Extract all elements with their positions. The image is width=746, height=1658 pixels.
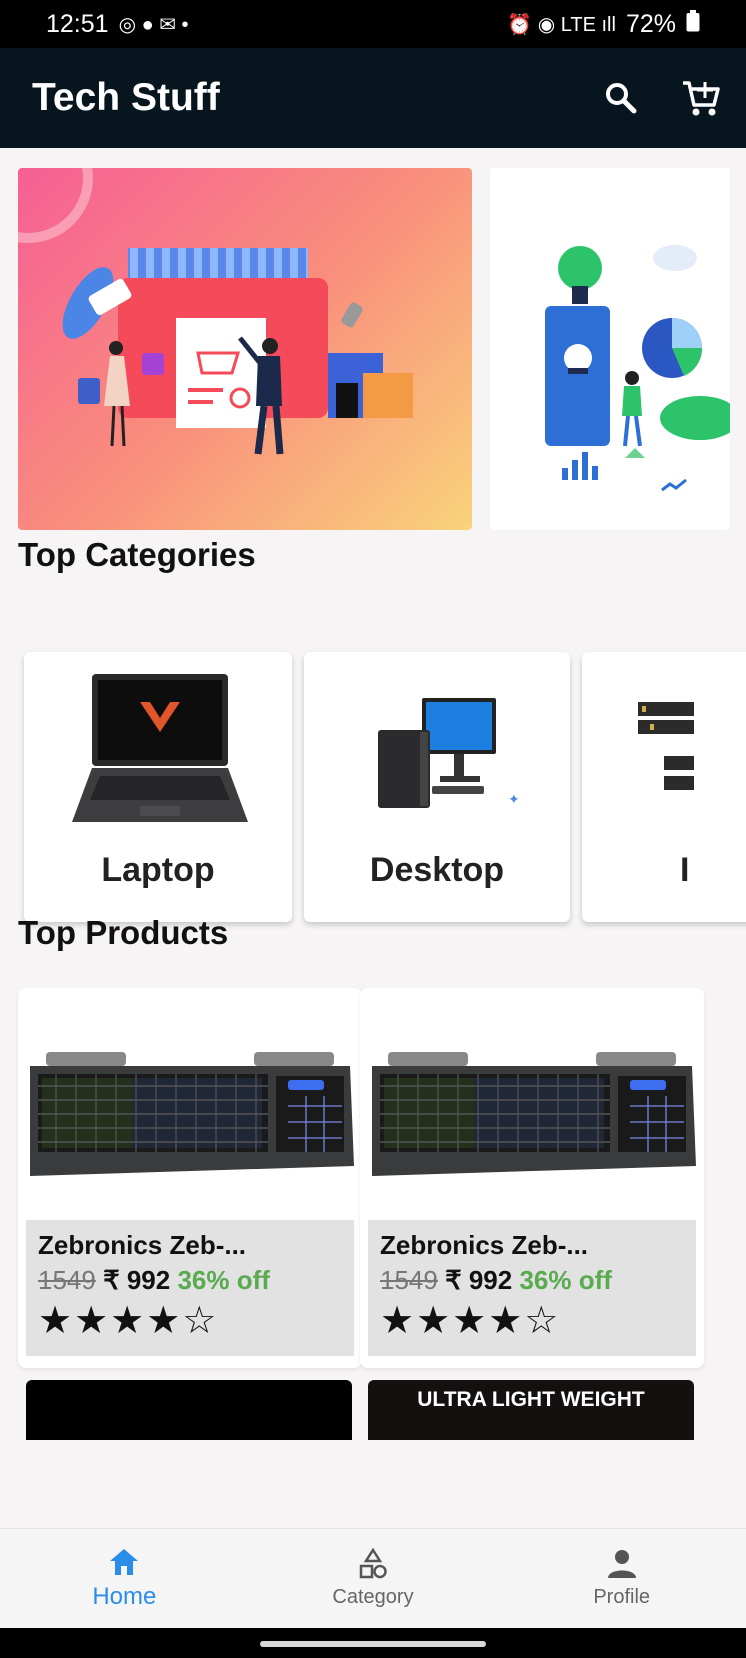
category-card-desktop[interactable]: ✦ Desktop — [304, 652, 570, 922]
product-card[interactable]: Zebronics Zeb-... 1549 ₹ 992 36% off ★★★… — [18, 988, 362, 1368]
system-gesture-bar — [0, 1628, 746, 1658]
product-name: Zebronics Zeb-... — [380, 1230, 589, 1260]
nav-profile[interactable]: Profile — [497, 1529, 746, 1628]
category-label: Laptop — [101, 851, 215, 889]
star-rating: ★★★★☆ — [380, 1300, 561, 1342]
category-card-third[interactable]: I — [582, 652, 746, 922]
keyboard-image — [30, 1052, 354, 1176]
promo-banner-analytics[interactable] — [490, 168, 730, 530]
search-icon[interactable] — [586, 63, 656, 133]
product-price-row: 1549 ₹ 992 36% off — [380, 1265, 684, 1296]
top-categories-title: Top Categories — [18, 536, 256, 573]
nav-home[interactable]: Home — [0, 1529, 249, 1628]
keyboard-image — [372, 1052, 696, 1176]
original-price: 1549 — [380, 1265, 438, 1295]
shapes-icon — [359, 1548, 387, 1579]
product-banner-text: ULTRA LIGHT WEIGHT — [417, 1388, 645, 1411]
battery-level: 72% — [625, 9, 676, 38]
home-content[interactable]: Top Categories Laptop ✦ Desktop I Top Pr… — [0, 148, 746, 1528]
top-products-title: Top Products — [18, 914, 229, 951]
sale-price: ₹ 992 — [103, 1265, 171, 1295]
promo-banner-shopping[interactable] — [18, 168, 472, 530]
nav-label: Profile — [593, 1586, 651, 1608]
product-card-partial[interactable] — [26, 1380, 352, 1440]
battery-icon — [686, 9, 700, 39]
status-right: ⏰ ◉ LTE ıll 72% — [507, 9, 700, 39]
svg-text:✦: ✦ — [508, 791, 520, 807]
status-left: 12:51 ◎ ● ✉ • — [46, 10, 189, 39]
gesture-handle[interactable] — [260, 1641, 486, 1647]
product-price-row: 1549 ₹ 992 36% off — [38, 1265, 342, 1296]
star-rating: ★★★★☆ — [38, 1300, 219, 1342]
notification-icons: ◎ ● ✉ • — [118, 13, 189, 36]
cart-icon[interactable] — [666, 63, 736, 133]
person-icon — [607, 1550, 636, 1578]
product-card-partial[interactable]: ULTRA LIGHT WEIGHT — [368, 1380, 694, 1440]
nav-label: Home — [92, 1582, 157, 1610]
nav-category[interactable]: Category — [249, 1529, 498, 1628]
product-info: Zebronics Zeb-... 1549 ₹ 992 36% off ★★★… — [368, 1220, 696, 1356]
home-icon — [110, 1548, 139, 1575]
category-card-laptop[interactable]: Laptop — [24, 652, 292, 922]
product-info: Zebronics Zeb-... 1549 ₹ 992 36% off ★★★… — [26, 1220, 354, 1356]
status-time: 12:51 — [46, 9, 109, 38]
product-card[interactable]: Zebronics Zeb-... 1549 ₹ 992 36% off ★★★… — [360, 988, 704, 1368]
discount-badge: 36% off — [177, 1265, 270, 1295]
discount-badge: 36% off — [519, 1265, 612, 1295]
sale-price: ₹ 992 — [445, 1265, 513, 1295]
signal-icons: ⏰ ◉ LTE ıll — [507, 13, 616, 36]
category-label: Desktop — [369, 851, 505, 889]
original-price: 1549 — [38, 1265, 96, 1295]
category-label: I — [680, 851, 690, 889]
status-bar: 12:51 ◎ ● ✉ • ⏰ ◉ LTE ıll 72% — [0, 0, 746, 48]
bottom-navigation: Home Category Profile — [0, 1528, 746, 1628]
app-title: Tech Stuff — [32, 76, 220, 119]
nav-label: Category — [332, 1586, 414, 1608]
app-bar: Tech Stuff — [0, 48, 746, 148]
product-name: Zebronics Zeb-... — [38, 1230, 247, 1260]
